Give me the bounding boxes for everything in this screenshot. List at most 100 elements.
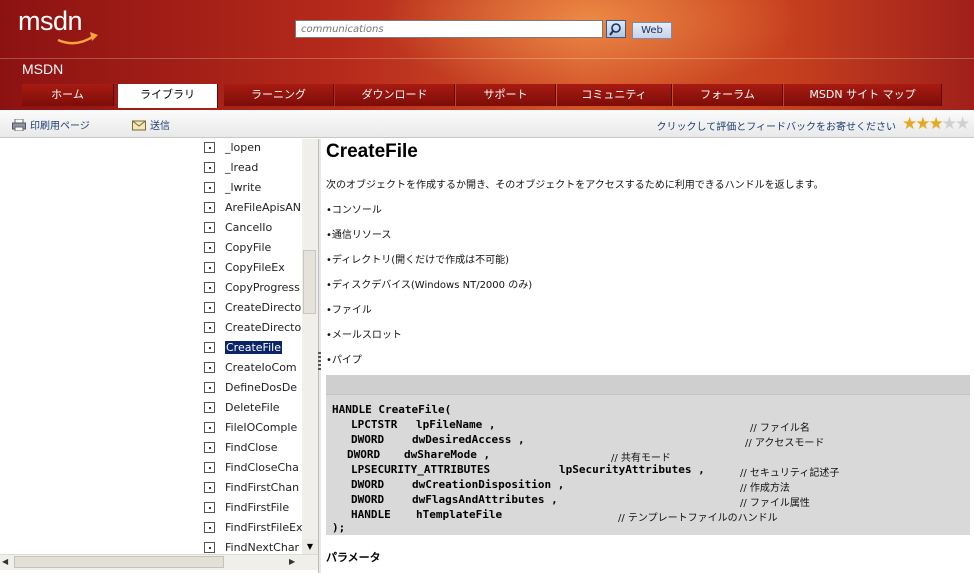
star-icon[interactable]: ★: [915, 114, 930, 134]
topic-page-icon: [204, 282, 215, 293]
topic-page-icon: [204, 462, 215, 473]
brand-bar: [0, 58, 974, 82]
topic-page-icon: [204, 302, 215, 313]
topic-page-icon: [204, 442, 215, 453]
nav-tree-item[interactable]: DefineDosDe: [204, 379, 304, 397]
mail-icon: [132, 120, 146, 131]
tab-sitemap[interactable]: MSDN サイト マップ: [784, 84, 942, 106]
scroll-down-arrow-icon[interactable]: ▼: [302, 539, 318, 555]
scroll-left-arrow-icon[interactable]: ◀: [2, 557, 8, 566]
param-comment: // ファイル属性: [740, 498, 810, 509]
nav-tree-item-label: _lwrite: [225, 181, 262, 194]
nav-tree-item-label: CreateDirecto: [225, 321, 302, 334]
nav-hscroll-thumb[interactable]: [14, 556, 224, 568]
param-type: DWORD: [351, 433, 385, 446]
nav-tree-item[interactable]: _lwrite: [204, 179, 304, 197]
print-page-link[interactable]: 印刷用ページ: [12, 117, 90, 132]
nav-tree-item[interactable]: CreateFile: [204, 339, 304, 357]
tab-learning[interactable]: ラーニング: [224, 84, 334, 106]
nav-tree-item[interactable]: CreateDirecto: [204, 319, 304, 337]
param-comment: // アクセスモード: [745, 438, 825, 449]
nav-tree-item-label: FindFirstFile: [225, 501, 290, 514]
article-content: CreateFile 次のオブジェクトを作成するか開き、そのオブジェクトをアクセ…: [326, 139, 974, 573]
nav-tree-item[interactable]: CreateDirecto: [204, 299, 304, 317]
topic-page-icon: [204, 502, 215, 513]
param-type: HANDLE: [351, 508, 391, 521]
nav-tree-item-label: FindClose: [225, 441, 278, 454]
param-type: DWORD: [351, 478, 385, 491]
nav-tree-item[interactable]: CopyFile: [204, 239, 304, 257]
tab-forum[interactable]: フォーラム: [673, 84, 783, 106]
param-comment: // 共有モード: [611, 453, 671, 464]
page-toolbar: 印刷用ページ 送信 クリックして評価とフィードバックをお寄せください ★★★★★: [0, 110, 974, 138]
feedback-link[interactable]: クリックして評価とフィードバックをお寄せください: [657, 118, 897, 133]
topic-page-icon: [204, 522, 215, 533]
param-type: DWORD: [351, 493, 385, 506]
nav-tree-item[interactable]: CopyFileEx: [204, 259, 304, 277]
tab-support[interactable]: サポート: [456, 84, 556, 106]
intro-text: 次のオブジェクトを作成するか開き、そのオブジェクトをアクセスするために利用できる…: [326, 180, 824, 191]
nav-tree-item-label: CreateDirecto: [225, 301, 302, 314]
nav-tree-item[interactable]: _lopen: [204, 139, 304, 157]
param-name: lpFileName ,: [416, 418, 496, 431]
page-title: CreateFile: [326, 141, 418, 162]
nav-tree-item[interactable]: FileIOComple: [204, 419, 304, 437]
topic-page-icon: [204, 402, 215, 413]
code-block-header: [326, 375, 970, 395]
send-link[interactable]: 送信: [132, 117, 170, 132]
star-icon[interactable]: ★: [902, 114, 917, 134]
topic-page-icon: [204, 262, 215, 273]
param-name: dwFlagsAndAttributes ,: [412, 493, 558, 506]
param-name: hTemplateFile: [416, 508, 503, 521]
site-header: msdn Web MSDN ホーム ライブラリ ラーニング ダウンロード サポー…: [0, 0, 974, 110]
nav-tree-item[interactable]: DeleteFile: [204, 399, 304, 417]
param-comment: // テンプレートファイルのハンドル: [618, 513, 778, 524]
tab-home[interactable]: ホーム: [22, 84, 114, 106]
param-type: DWORD: [347, 448, 381, 461]
topic-page-icon: [204, 542, 215, 553]
nav-tree-item[interactable]: FindClose: [204, 439, 304, 457]
bullet-item: •通信リソース: [326, 230, 392, 241]
topic-page-icon: [204, 142, 215, 153]
nav-tree-item[interactable]: AreFileApisAN: [204, 199, 304, 217]
nav-vertical-scrollbar[interactable]: [302, 139, 318, 554]
param-type: LPCTSTR: [351, 418, 398, 431]
nav-tree-item-label: DefineDosDe: [225, 381, 298, 394]
topic-page-icon: [204, 322, 215, 333]
nav-tree-item-label: CreateIoCom: [225, 361, 297, 374]
web-scope-button[interactable]: Web: [632, 22, 672, 39]
bullet-item: •メールスロット: [326, 330, 402, 341]
code-signature: HANDLE CreateFile(: [332, 403, 452, 416]
nav-tree-item-label: _lread: [225, 161, 259, 174]
tab-download[interactable]: ダウンロード: [335, 84, 455, 106]
nav-tree-item[interactable]: CancelIo: [204, 219, 304, 237]
scroll-right-arrow-icon[interactable]: ▶: [289, 557, 295, 566]
nav-tree-item[interactable]: _lread: [204, 159, 304, 177]
rating-stars[interactable]: ★★★★★: [902, 114, 970, 134]
star-icon[interactable]: ★: [929, 114, 944, 134]
nav-scroll-thumb[interactable]: [303, 250, 316, 314]
tab-community[interactable]: コミュニティ: [557, 84, 672, 106]
param-type: LPSECURITY_ATTRIBUTES: [351, 463, 491, 476]
nav-tree-item[interactable]: FindFirstChan: [204, 479, 304, 497]
nav-tree-item[interactable]: FindFirstFileEx: [204, 519, 304, 537]
topic-page-icon: [204, 362, 215, 373]
tab-library[interactable]: ライブラリ: [118, 84, 218, 108]
topic-page-icon: [204, 182, 215, 193]
topic-page-icon: [204, 342, 215, 353]
nav-tree-item[interactable]: FindFirstFile: [204, 499, 304, 517]
nav-tree-item[interactable]: CreateIoCom: [204, 359, 304, 377]
search-button[interactable]: [606, 20, 626, 38]
send-label: 送信: [150, 121, 170, 132]
param-name: lpSecurityAttributes ,: [559, 463, 705, 476]
nav-tree-pane: _lopen _lread _lwrite AreFileApisAN CancelIo…: [0, 139, 319, 573]
star-empty-icon[interactable]: ★: [942, 114, 957, 134]
splitter-grip-icon[interactable]: [318, 352, 321, 370]
search-input[interactable]: [295, 20, 603, 38]
nav-tree-item-label: FindNextChar: [225, 541, 300, 554]
nav-tree-item-label: CopyProgress: [225, 281, 300, 294]
nav-tree-item[interactable]: CopyProgress: [204, 279, 304, 297]
param-comment: // 作成方法: [740, 483, 790, 494]
star-empty-icon[interactable]: ★: [955, 114, 970, 134]
nav-tree-item[interactable]: FindCloseCha: [204, 459, 304, 477]
